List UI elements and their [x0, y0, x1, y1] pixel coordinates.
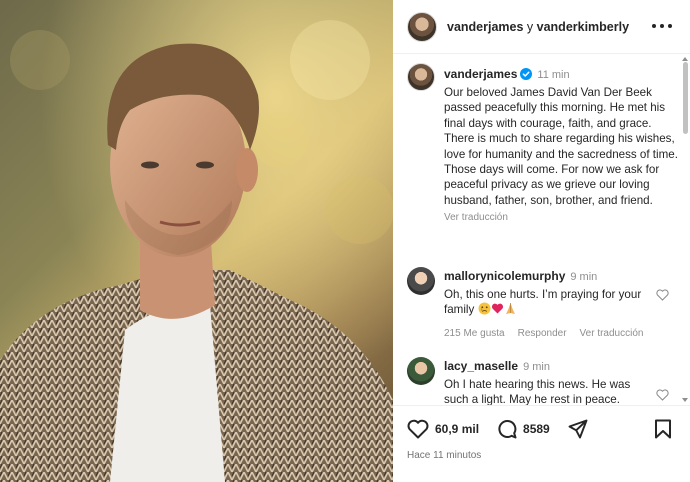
post-header: vanderjames y vanderkimberly	[393, 0, 690, 54]
caption-time: 11 min	[537, 69, 570, 81]
author-username-1[interactable]: vanderjames	[447, 20, 523, 34]
comment-bubble-icon	[498, 420, 517, 439]
commenter-avatar[interactable]	[407, 357, 435, 385]
author-avatar[interactable]	[407, 11, 437, 42]
post-actions: 60,9 mil 8589 Hace 11 minutos	[393, 405, 690, 482]
comment-button[interactable]: 8589	[497, 419, 568, 439]
comment-translate-link[interactable]: Ver traducción	[580, 328, 644, 339]
comment-time: 9 min	[570, 271, 598, 283]
comments-scroll-area[interactable]: vanderjames 11 min Our beloved James Davi…	[393, 55, 690, 405]
share-button[interactable]	[568, 419, 588, 439]
caption-username[interactable]: vanderjames	[444, 67, 517, 81]
comments-count[interactable]: 8589	[523, 422, 550, 436]
like-button[interactable]: 60,9 mil	[407, 419, 497, 439]
folded-hands-icon	[505, 303, 515, 315]
comment-text: Oh, this one hurts. I’m praying for your…	[444, 288, 642, 317]
caption-avatar[interactable]	[407, 63, 435, 91]
reply-button[interactable]: Responder	[518, 328, 567, 339]
post-authors: vanderjames y vanderkimberly	[447, 20, 629, 34]
post-photo[interactable]	[0, 0, 393, 482]
bookmark-icon[interactable]	[654, 419, 672, 439]
crying-face-icon	[478, 302, 491, 315]
comment-like-heart-icon[interactable]	[656, 389, 669, 401]
comment-time: 9 min	[523, 361, 550, 373]
likes-count[interactable]: 60,9 mil	[435, 422, 479, 436]
comment-username[interactable]: lacy_maselle	[444, 359, 518, 373]
caption-translate-link[interactable]: Ver traducción	[444, 212, 684, 223]
author-username-2[interactable]: vanderkimberly	[537, 20, 629, 34]
authors-joiner: y	[523, 19, 537, 34]
comment-meta: 215 Me gusta Responder Ver traducción	[444, 328, 649, 339]
verified-badge-icon	[520, 68, 533, 80]
comment-likes[interactable]: 215 Me gusta	[444, 328, 505, 339]
caption-text: Our beloved James David Van Der Beek pas…	[444, 86, 678, 207]
scrollbar-thumb[interactable]	[683, 62, 688, 134]
scroll-up-arrow-icon[interactable]	[682, 57, 688, 61]
commenter-avatar[interactable]	[407, 267, 435, 295]
comment-like-heart-icon[interactable]	[656, 289, 669, 301]
comment-text: Oh I hate hearing this news. He was such…	[444, 378, 631, 405]
red-heart-icon	[491, 304, 503, 314]
post-timestamp: Hace 11 minutos	[407, 450, 482, 461]
comment-username[interactable]: mallorynicolemurphy	[444, 269, 565, 283]
portrait-illustration	[0, 0, 393, 482]
scroll-down-arrow-icon[interactable]	[682, 398, 688, 402]
more-options-icon[interactable]	[652, 19, 672, 33]
share-paper-plane-icon	[568, 419, 588, 439]
heart-icon	[407, 419, 429, 439]
post-side-panel: vanderjames y vanderkimberly vanderjames…	[393, 0, 690, 482]
